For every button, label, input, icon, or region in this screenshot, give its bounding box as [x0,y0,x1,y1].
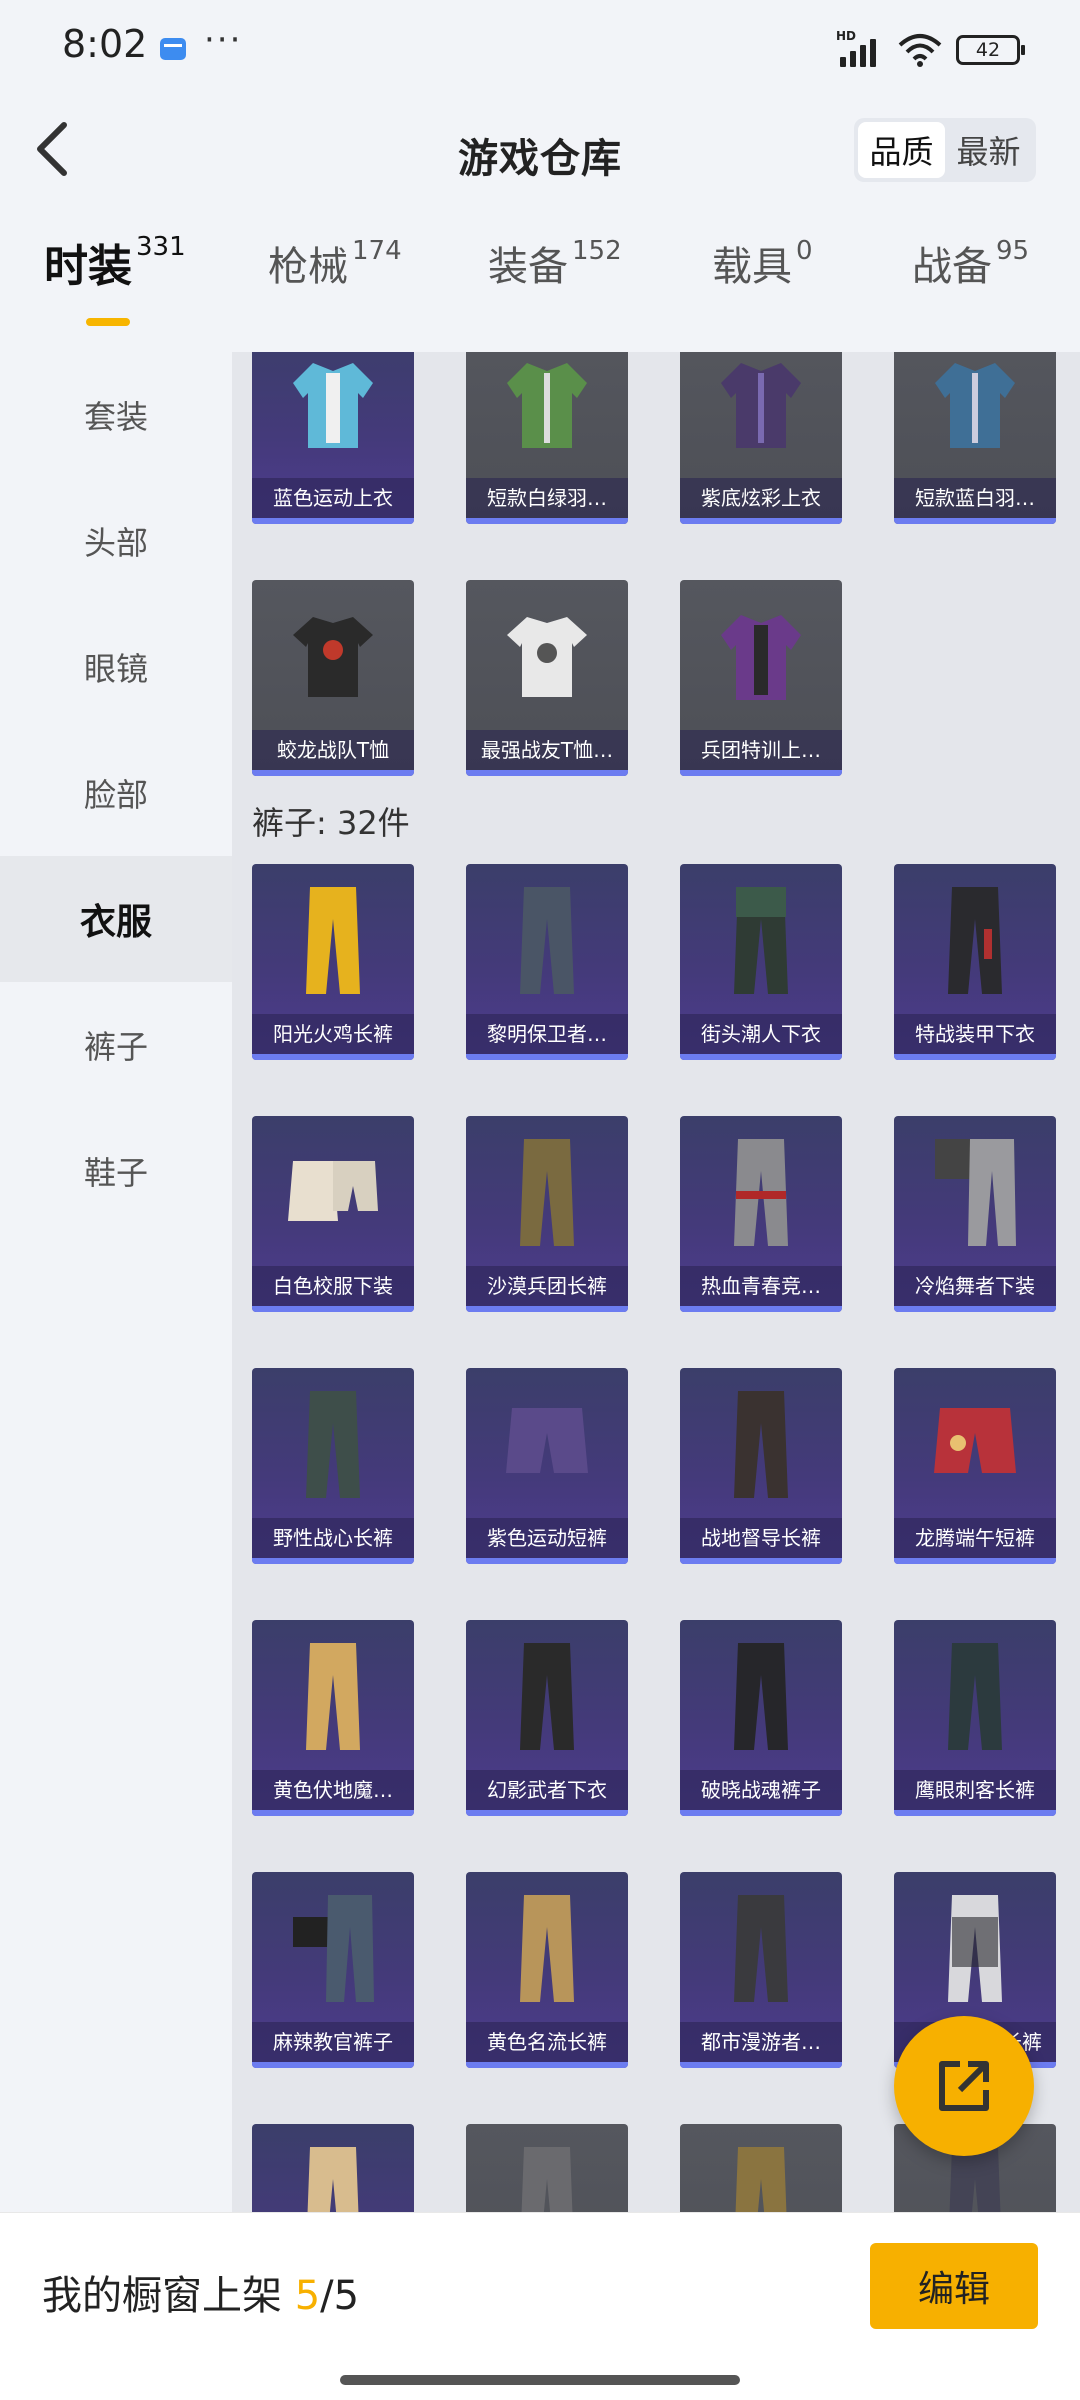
shorts-icon [466,1368,628,1518]
item-card[interactable]: 短款白绿羽… [466,352,628,524]
more-icon: ··· [204,20,243,60]
pants-icon [466,1620,628,1770]
tshirt-icon [252,580,414,730]
signal-icon: HD [836,29,884,67]
section-header-pants: 裤子: 32件 [252,804,410,842]
share-button[interactable] [894,2016,1034,2156]
item-card[interactable]: 热血青春竞… [680,1116,842,1312]
sidebar-item-head[interactable]: 头部 [0,478,232,604]
pants-icon [252,1872,414,2022]
pants-icon [680,2124,842,2212]
pants-icon [894,1872,1056,2022]
edit-button[interactable]: 编辑 [870,2243,1038,2329]
item-card[interactable]: 最强战友T恤… [466,580,628,776]
shorts-icon [894,1368,1056,1518]
item-card[interactable]: 紫底炫彩上衣 [680,352,842,524]
item-card[interactable]: 兵团特训上… [680,580,842,776]
battery-icon: 42 [956,35,1025,65]
showcase-status: 我的橱窗上架 5/5 [42,2273,360,2319]
tab-guns[interactable]: 枪械 174 [268,234,402,344]
pants-icon [252,1620,414,1770]
pants-icon [466,864,628,1014]
item-card[interactable]: 蛟龙战队T恤 [252,580,414,776]
sort-toggle: 品质 最新 [854,118,1036,182]
item-card[interactable]: 阳光火鸡长裤 [252,864,414,1060]
sidebar-item-clothes[interactable]: 衣服 [0,856,232,982]
sidebar-item-pants[interactable]: 裤子 [0,982,232,1108]
item-card[interactable]: 黄色伏地魔… [252,1620,414,1816]
item-card[interactable]: 蓝色运动上衣 [252,352,414,524]
pants-icon [252,864,414,1014]
home-indicator[interactable] [340,2375,740,2385]
item-card[interactable]: 冷焰舞者下装 [894,1116,1056,1312]
sidebar-item-suits[interactable]: 套装 [0,352,232,478]
item-card[interactable]: 黎明保卫者… [466,864,628,1060]
jacket-icon [680,580,842,730]
item-card[interactable]: 幻影武者下衣 [466,1620,628,1816]
pants-icon [680,1116,842,1266]
showcase-count: 5 [294,2273,321,2319]
status-bar: 8:02 ··· HD 42 [0,0,1080,96]
pants-icon [680,1368,842,1518]
pants-icon [466,2124,628,2212]
tab-vehicles[interactable]: 载具 0 [712,234,813,344]
item-card[interactable]: 都市漫游者… [680,1872,842,2068]
tab-fashion[interactable]: 时装 331 [44,230,186,340]
item-card[interactable]: 紫色运动短裤 [466,1368,628,1564]
tab-equipment[interactable]: 装备 152 [488,234,622,344]
sidebar: 套装 头部 眼镜 脸部 衣服 裤子 鞋子 [0,352,232,2212]
header: 游戏仓库 品质 最新 [0,96,1080,206]
app-notification-icon [160,38,186,60]
item-card[interactable]: 龙腾端午短裤 [894,1368,1056,1564]
jacket-icon [680,352,842,478]
pants-icon [894,864,1056,1014]
pants-icon [680,1872,842,2022]
item-card[interactable]: 短款蓝白羽… [894,352,1056,524]
shorts-icon [252,1116,414,1266]
category-tabs: 时装 331 枪械 174 装备 152 载具 0 战备 95 [0,230,1080,340]
item-card[interactable] [680,2124,842,2212]
item-grid: 蓝色运动上衣 短款白绿羽… 紫底炫彩上衣 短款蓝白羽… 蛟龙战队T恤 最强战友T… [232,352,1080,2212]
bottom-bar: 我的橱窗上架 5/5 编辑 [0,2212,1080,2400]
tab-active-indicator [86,318,130,326]
pants-icon [680,1620,842,1770]
sort-newest-option[interactable]: 最新 [945,122,1032,178]
item-card[interactable]: 街头潮人下衣 [680,864,842,1060]
item-card[interactable]: 鹰眼刺客长裤 [894,1620,1056,1816]
item-card[interactable]: 野性战心长裤 [252,1368,414,1564]
sidebar-item-face[interactable]: 脸部 [0,730,232,856]
hd-label: HD [836,29,857,43]
pants-icon [680,864,842,1014]
share-icon [939,2061,989,2111]
sidebar-item-glasses[interactable]: 眼镜 [0,604,232,730]
jacket-icon [466,352,628,478]
pants-icon [466,1872,628,2022]
sidebar-item-shoes[interactable]: 鞋子 [0,1108,232,1234]
item-card[interactable]: 麻辣教官裤子 [252,1872,414,2068]
item-card[interactable]: 沙漠兵团长裤 [466,1116,628,1312]
jacket-icon [252,352,414,478]
item-card[interactable]: 破晓战魂裤子 [680,1620,842,1816]
sort-quality-option[interactable]: 品质 [858,122,945,178]
status-time: 8:02 [62,22,148,66]
item-card[interactable]: 黄色名流长裤 [466,1872,628,2068]
item-card[interactable]: 战地督导长裤 [680,1368,842,1564]
item-card[interactable]: 特战装甲下衣 [894,864,1056,1060]
pants-icon [252,2124,414,2212]
wifi-icon [898,34,942,67]
pants-icon [894,1116,1056,1266]
tab-supplies[interactable]: 战备 95 [912,234,1029,344]
item-card[interactable] [252,2124,414,2212]
jacket-icon [894,352,1056,478]
pants-icon [466,1116,628,1266]
pants-icon [894,1620,1056,1770]
pants-icon [252,1368,414,1518]
item-card[interactable]: 白色校服下装 [252,1116,414,1312]
tshirt-icon [466,580,628,730]
item-card[interactable] [466,2124,628,2212]
